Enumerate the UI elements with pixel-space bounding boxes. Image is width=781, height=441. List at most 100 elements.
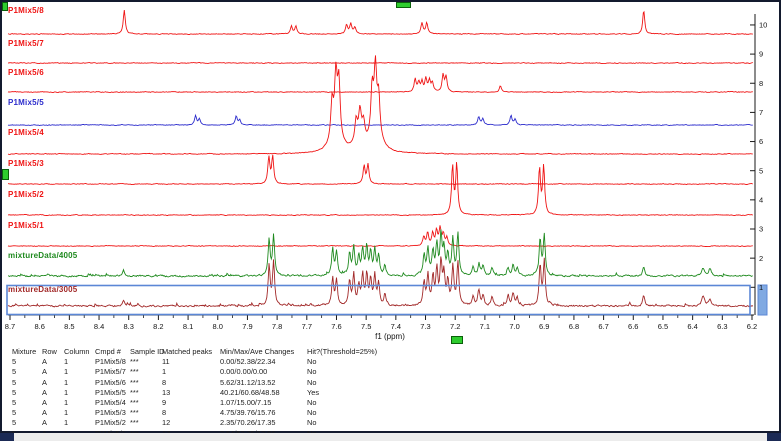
x-tick-label: 7.0 bbox=[509, 322, 519, 331]
table-cell: 40.21/60.68/48.58 bbox=[220, 388, 307, 398]
table-cell: 1 bbox=[64, 418, 95, 428]
trace-p1mix5-1[interactable] bbox=[8, 225, 753, 246]
spectrum-label-p1mix5-1[interactable]: P1Mix5/1 bbox=[8, 221, 44, 230]
table-cell: No bbox=[307, 367, 779, 377]
y-tick-label: 9 bbox=[759, 50, 763, 59]
table-cell: 5 bbox=[12, 388, 42, 398]
y-tick-label: 6 bbox=[759, 137, 763, 146]
table-header-cell: Row bbox=[42, 347, 64, 357]
table-cell: *** bbox=[130, 357, 162, 367]
table-header-cell: Column bbox=[64, 347, 95, 357]
table-cell: No bbox=[307, 378, 779, 388]
table-cell: No bbox=[307, 418, 779, 428]
table-cell: A bbox=[42, 398, 64, 408]
trace-mixturedata-4005[interactable] bbox=[8, 230, 753, 278]
table-cell: P1Mix5/5 bbox=[95, 388, 130, 398]
spectrum-label-p1mix5-3[interactable]: P1Mix5/3 bbox=[8, 159, 44, 168]
table-row[interactable]: 5A1P1Mix5/4***91.07/15.00/7.15No bbox=[2, 398, 779, 408]
table-cell: 5 bbox=[12, 367, 42, 377]
selection-handle-left-middle-icon[interactable] bbox=[2, 169, 9, 180]
nmr-stacked-plot[interactable]: 8.78.68.58.48.38.28.18.07.97.87.77.67.57… bbox=[2, 2, 779, 347]
table-row[interactable]: 5A1P1Mix5/7***10.00/0.00/0.00No bbox=[2, 367, 779, 377]
spectrum-label-p1mix5-6[interactable]: P1Mix5/6 bbox=[8, 68, 44, 77]
app-window: 8.78.68.58.48.38.28.18.07.97.87.77.67.57… bbox=[0, 0, 781, 441]
page-margin bbox=[0, 433, 781, 441]
y-tick-label: 7 bbox=[759, 108, 763, 117]
spectrum-label-p1mix5-7[interactable]: P1Mix5/7 bbox=[8, 39, 44, 48]
trace-p1mix5-4[interactable] bbox=[8, 55, 753, 154]
table-cell: A bbox=[42, 367, 64, 377]
table-cell: *** bbox=[130, 398, 162, 408]
x-tick-label: 6.3 bbox=[717, 322, 727, 331]
table-cell: 5 bbox=[12, 357, 42, 367]
x-tick-label: 8.3 bbox=[124, 322, 134, 331]
table-cell: 1 bbox=[162, 367, 220, 377]
selection-rectangle bbox=[7, 286, 750, 315]
table-header-cell: Matched peaks bbox=[162, 347, 220, 357]
table-cell: 1 bbox=[64, 408, 95, 418]
table-cell: 1 bbox=[64, 388, 95, 398]
trace-mixturedata-3005[interactable] bbox=[8, 257, 753, 308]
spectrum-label-p1mix5-4[interactable]: P1Mix5/4 bbox=[8, 128, 44, 137]
x-tick-label: 8.2 bbox=[153, 322, 163, 331]
table-cell: 0.00/52.38/22.34 bbox=[220, 357, 307, 367]
x-tick-label: 7.1 bbox=[480, 322, 490, 331]
x-tick-label: 8.4 bbox=[94, 322, 104, 331]
y-tick-label: 10 bbox=[759, 21, 767, 30]
spectrum-label-mixturedata-4005[interactable]: mixtureData/4005 bbox=[8, 251, 77, 260]
table-cell: 1.07/15.00/7.15 bbox=[220, 398, 307, 408]
x-tick-label: 7.4 bbox=[391, 322, 401, 331]
table-row[interactable]: 5A1P1Mix5/5***1340.21/60.68/48.58Yes bbox=[2, 388, 779, 398]
table-header-row: MixtureRowColumnCmpd #Sample IDMatched p… bbox=[2, 347, 779, 357]
table-header-cell: Cmpd # bbox=[95, 347, 130, 357]
x-tick-label: 6.2 bbox=[747, 322, 757, 331]
x-tick-label: 7.2 bbox=[450, 322, 460, 331]
spectrum-label-p1mix5-5[interactable]: P1Mix5/5 bbox=[8, 98, 44, 107]
selection-handle-top-left-icon[interactable] bbox=[2, 2, 8, 11]
selection-handle-bottom-center-icon[interactable] bbox=[451, 336, 463, 344]
spectrum-label-mixturedata-3005[interactable]: mixtureData/3005 bbox=[8, 285, 77, 294]
table-cell: A bbox=[42, 378, 64, 388]
table-cell: 12 bbox=[162, 418, 220, 428]
x-tick-label: 7.8 bbox=[272, 322, 282, 331]
spectrum-label-p1mix5-2[interactable]: P1Mix5/2 bbox=[8, 190, 44, 199]
x-tick-label: 7.3 bbox=[420, 322, 430, 331]
table-cell: 5 bbox=[12, 408, 42, 418]
spectrum-traces bbox=[8, 10, 753, 307]
table-cell: P1Mix5/7 bbox=[95, 367, 130, 377]
table-cell: 5 bbox=[12, 418, 42, 428]
table-cell: Yes bbox=[307, 388, 779, 398]
plot-axes: 8.78.68.58.48.38.28.18.07.97.87.77.67.57… bbox=[5, 14, 768, 331]
x-tick-label: 8.7 bbox=[5, 322, 15, 331]
table-header-cell: Min/Max/Ave Changes bbox=[220, 347, 307, 357]
x-tick-label: 6.8 bbox=[569, 322, 579, 331]
table-row[interactable]: 5A1P1Mix5/6***85.62/31.12/13.52No bbox=[2, 378, 779, 388]
table-cell: *** bbox=[130, 367, 162, 377]
table-cell: No bbox=[307, 408, 779, 418]
trace-p1mix5-7[interactable] bbox=[8, 63, 753, 64]
selection-handle-top-center-icon[interactable] bbox=[396, 2, 411, 8]
y-tick-label: 4 bbox=[759, 195, 763, 204]
trace-p1mix5-2[interactable] bbox=[8, 162, 753, 215]
spectrum-label-p1mix5-8[interactable]: P1Mix5/8 bbox=[8, 6, 44, 15]
table-cell: 8 bbox=[162, 408, 220, 418]
table-row[interactable]: 5A1P1Mix5/8***110.00/52.38/22.34No bbox=[2, 357, 779, 367]
y-tick-label: 2 bbox=[759, 254, 763, 263]
trace-p1mix5-6[interactable] bbox=[8, 73, 753, 93]
table-cell: P1Mix5/4 bbox=[95, 398, 130, 408]
trace-p1mix5-8[interactable] bbox=[8, 10, 753, 35]
x-tick-label: 7.5 bbox=[361, 322, 371, 331]
y-tick-label: 5 bbox=[759, 166, 763, 175]
table-cell: 5 bbox=[12, 378, 42, 388]
table-cell: No bbox=[307, 398, 779, 408]
table-cell: 11 bbox=[162, 357, 220, 367]
table-row[interactable]: 5A1P1Mix5/3***84.75/39.76/15.76No bbox=[2, 408, 779, 418]
x-tick-label: 6.5 bbox=[658, 322, 668, 331]
trace-p1mix5-3[interactable] bbox=[8, 155, 753, 185]
table-cell: A bbox=[42, 357, 64, 367]
y-tick-label: 3 bbox=[759, 225, 763, 234]
table-cell: *** bbox=[130, 408, 162, 418]
table-cell: 13 bbox=[162, 388, 220, 398]
x-tick-label: 7.7 bbox=[302, 322, 312, 331]
table-row[interactable]: 5A1P1Mix5/2***122.35/70.26/17.35No bbox=[2, 418, 779, 428]
